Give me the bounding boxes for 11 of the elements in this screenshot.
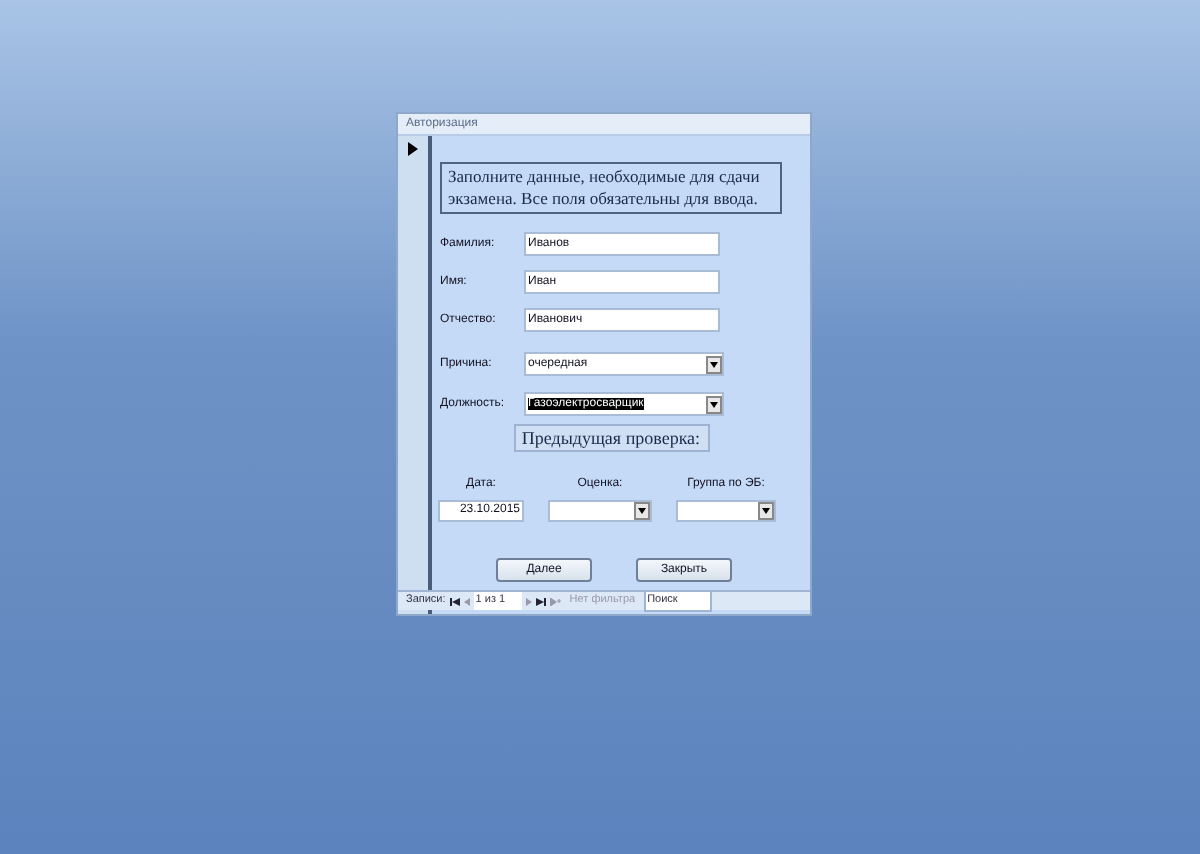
dropdown-arrow-icon[interactable] [706,395,722,413]
instruction-text: Заполните данные, необходимые для сдачи экзамена. Все поля обязательны для ввода. [440,162,782,214]
dropdown-arrow-icon[interactable] [706,355,722,373]
dropdown-field[interactable] [548,500,652,522]
section-heading: Предыдущая проверка: [513,424,709,452]
first-record-icon[interactable] [449,597,460,605]
record-selector-icon [408,142,418,156]
last-record-icon[interactable] [535,597,546,605]
dropdown-arrow-icon[interactable] [634,502,650,520]
dropdown-field[interactable] [676,500,776,522]
dropdown-arrow-icon[interactable] [758,502,774,520]
